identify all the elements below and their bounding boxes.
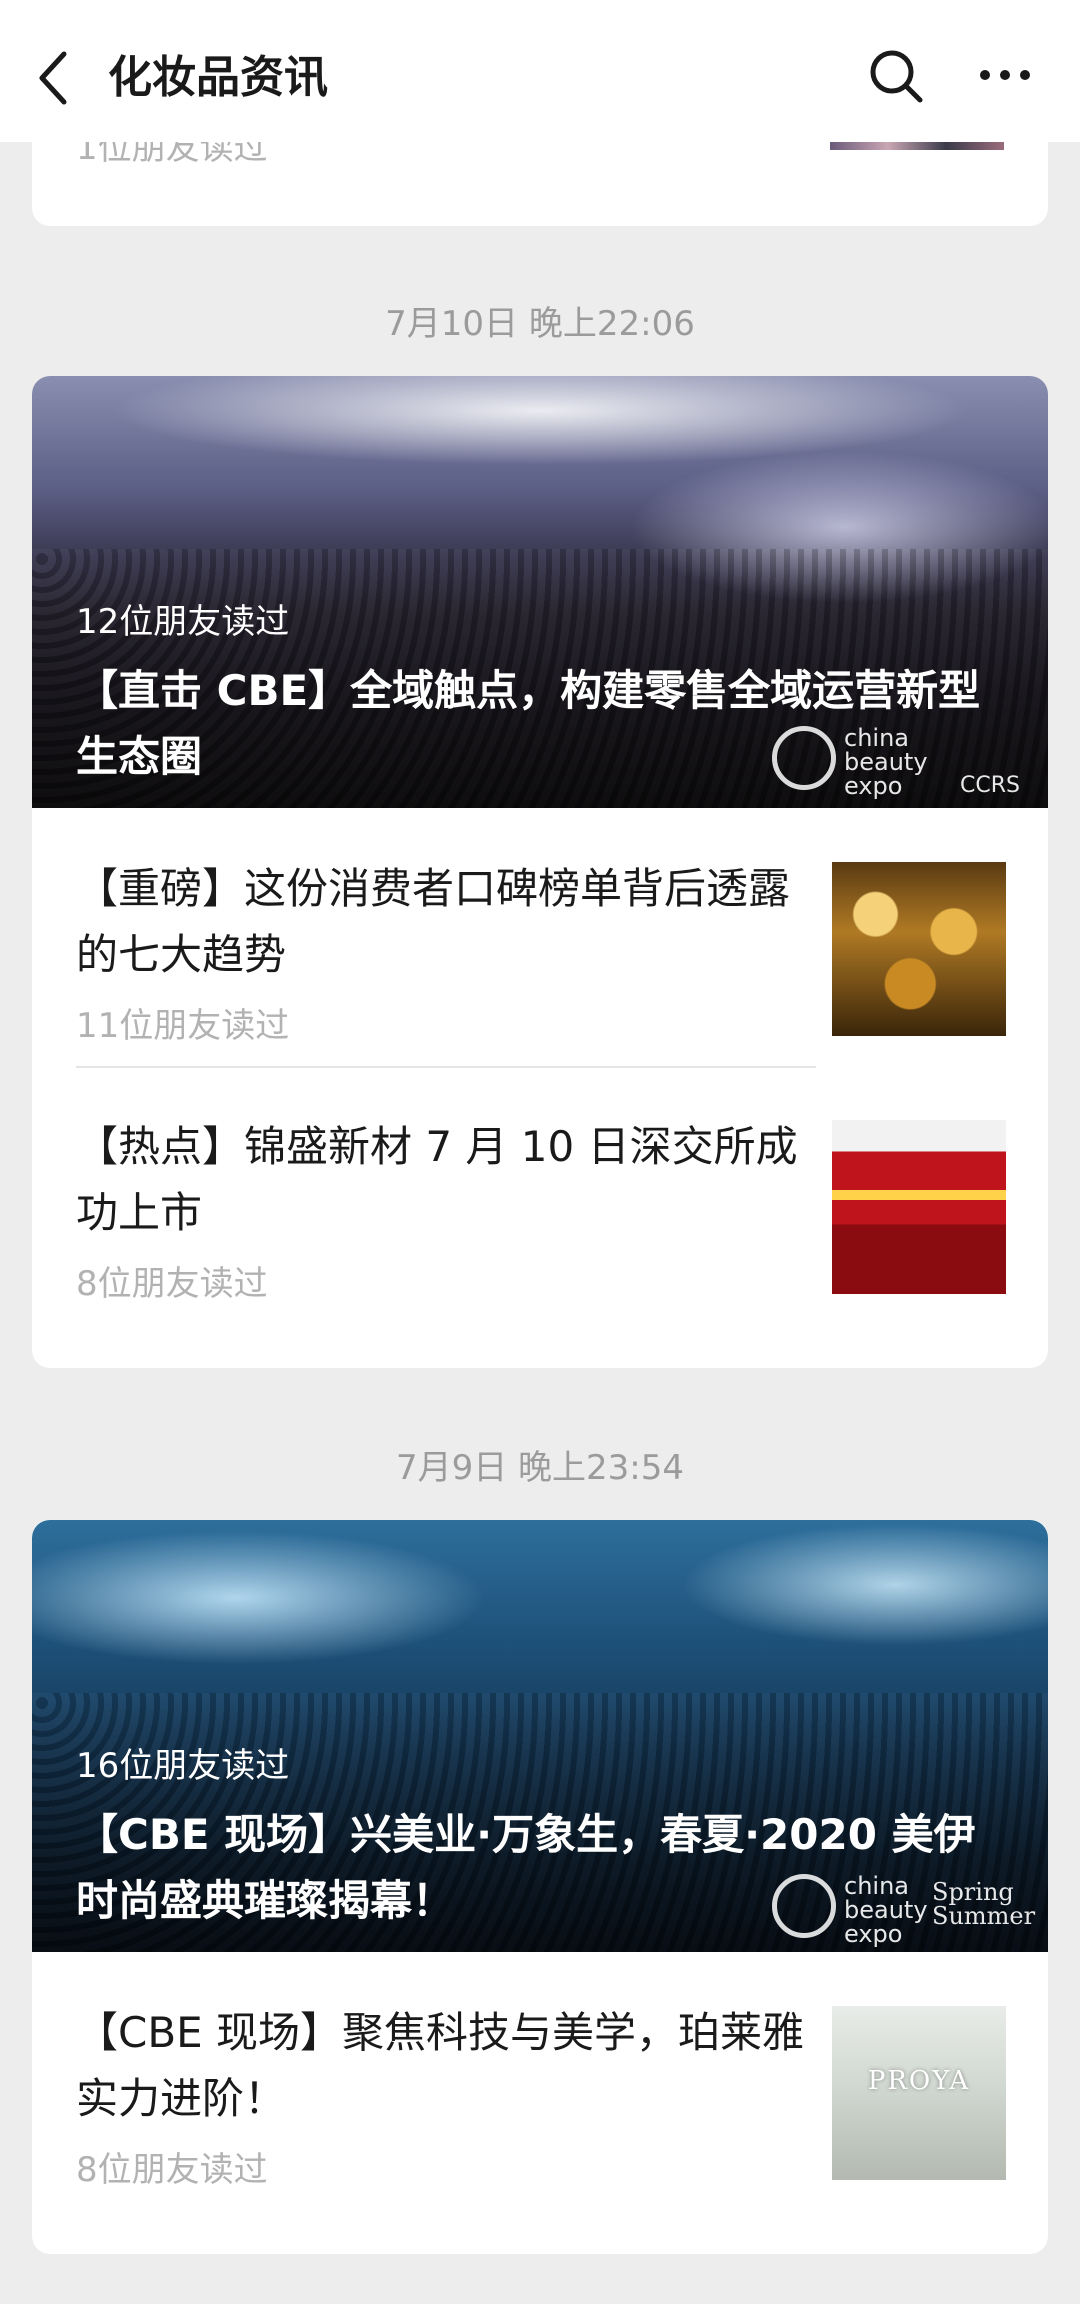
article-title: 【CBE 现场】聚焦科技与美学，珀莱雅实力进阶！ [76, 2008, 805, 2123]
read-count: 8位朋友读过 [76, 2150, 268, 2190]
logo-text: china beauty expo [844, 1872, 928, 1948]
cbe-logo-icon [772, 1874, 836, 1938]
logo-text: china beauty expo [844, 724, 928, 800]
thumbnail-banner [832, 1190, 1006, 1200]
read-count: 11位朋友读过 [76, 1006, 290, 1046]
push-timestamp: 7月10日 晚上22:06 [385, 304, 695, 344]
divider [76, 1066, 816, 1068]
read-count: 8位朋友读过 [76, 1264, 268, 1304]
thumbnail-brand-text: PROYA [867, 2066, 971, 2096]
hero-article[interactable]: 12位朋友读过 【直击 CBE】全域触点，构建零售全域运营新型生态圈 china… [32, 376, 1048, 808]
page-title: 化妆品资讯 [108, 52, 328, 103]
article-title: 【重磅】这份消费者口碑榜单背后透露的七大趋势 [76, 864, 791, 979]
article-thumbnail: PROYA [832, 2006, 1006, 2180]
article-thumbnail [832, 862, 1006, 1036]
article-thumbnail [832, 1120, 1006, 1294]
hero-article[interactable]: 16位朋友读过 【CBE 现场】兴美业·万象生，春夏·2020 美伊时尚盛典璀璨… [32, 1520, 1048, 1952]
logo-text-secondary: CCRS [960, 773, 1020, 798]
more-dots-icon[interactable] [975, 60, 1035, 90]
read-count: 12位朋友读过 [76, 602, 290, 642]
article-group-card: 16位朋友读过 【CBE 现场】兴美业·万象生，春夏·2020 美伊时尚盛典璀璨… [32, 1520, 1048, 2254]
read-count: 16位朋友读过 [76, 1746, 290, 1786]
article-group-card: 12位朋友读过 【直击 CBE】全域触点，构建零售全域运营新型生态圈 china… [32, 376, 1048, 1368]
top-navigation-bar: 化妆品资讯 [0, 0, 1080, 142]
cbe-logo-icon [772, 726, 836, 790]
logo-text-secondary: Spring Summer [932, 1878, 1036, 1930]
chevron-left-icon[interactable] [34, 48, 74, 108]
article-title: 【热点】锦盛新材 7 月 10 日深交所成功上市 [76, 1122, 798, 1237]
push-timestamp: 7月9日 晚上23:54 [395, 1448, 685, 1488]
search-icon[interactable] [868, 48, 924, 104]
